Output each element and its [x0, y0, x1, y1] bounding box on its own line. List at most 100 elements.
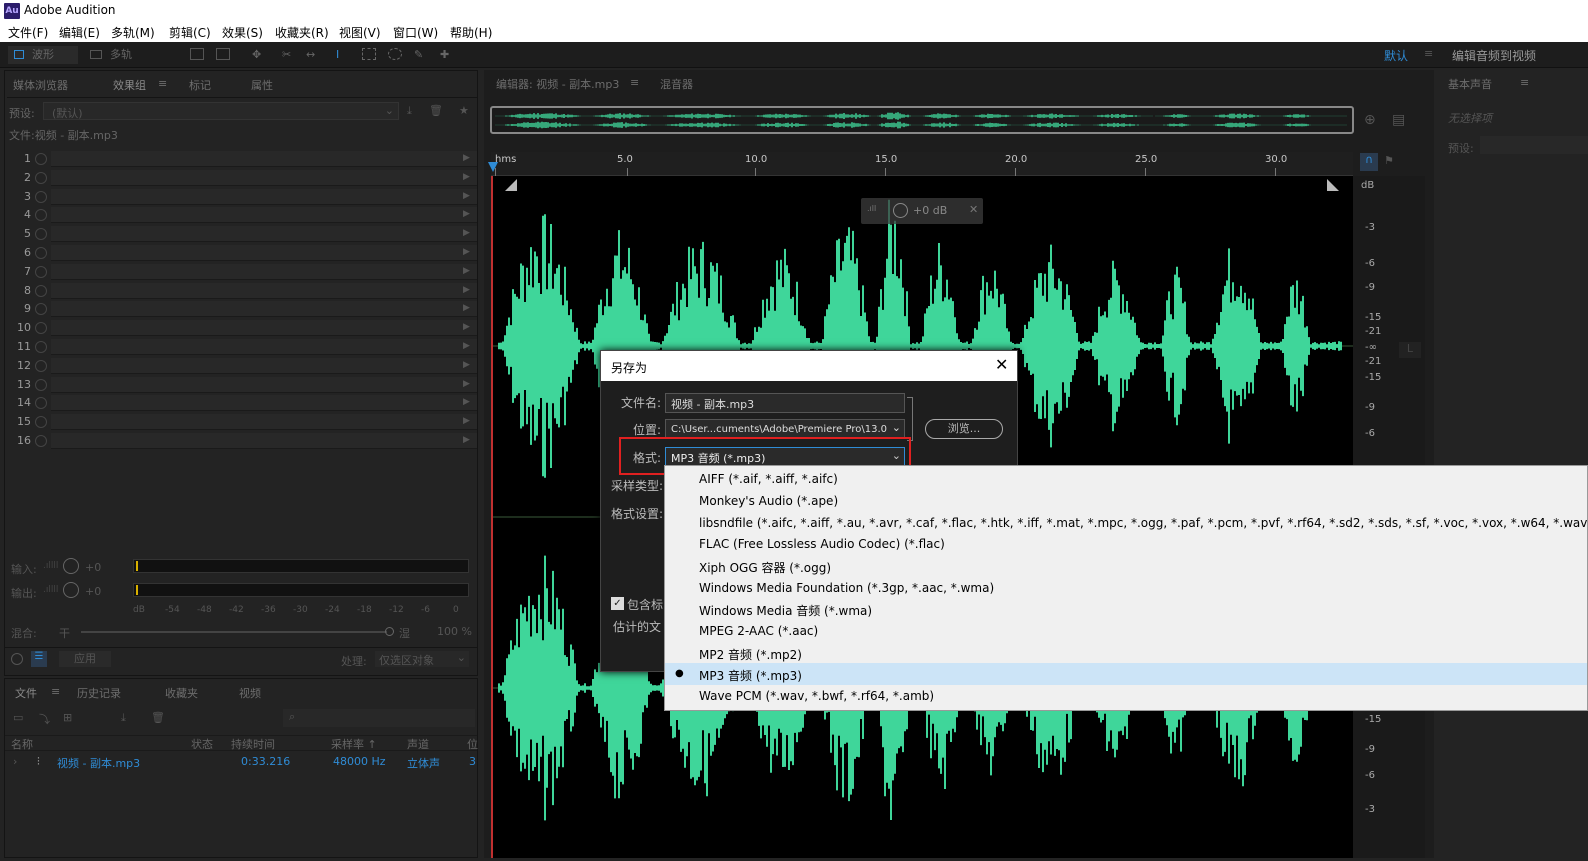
- multitrack-view-button[interactable]: 多轨: [88, 46, 144, 64]
- power-icon[interactable]: [35, 322, 47, 334]
- save-preset-icon[interactable]: ⤓: [407, 104, 412, 118]
- menu-file[interactable]: 文件(F): [8, 24, 48, 41]
- workspace-menu-icon[interactable]: ≡: [1424, 47, 1433, 60]
- filename-input[interactable]: 视频 - 副本.mp3: [665, 393, 905, 413]
- menu-effects[interactable]: 效果(S): [222, 24, 263, 41]
- rack-slot[interactable]: [51, 395, 477, 411]
- zoom-icon[interactable]: ⊕: [1364, 112, 1376, 128]
- rack-slot[interactable]: [51, 170, 477, 186]
- rack-slot[interactable]: [51, 377, 477, 393]
- menu-favorites[interactable]: 收藏夹(R): [275, 24, 329, 41]
- power-icon[interactable]: [35, 416, 47, 428]
- rack-slot[interactable]: [51, 414, 477, 430]
- snap-icon[interactable]: ∩: [1360, 153, 1378, 171]
- panel-menu-icon[interactable]: ≡: [51, 685, 60, 698]
- chevron-right-icon[interactable]: ▶: [463, 360, 470, 370]
- save-file-icon[interactable]: ⤓: [121, 711, 126, 725]
- power-icon[interactable]: [11, 653, 23, 665]
- chevron-right-icon[interactable]: ▶: [463, 435, 470, 445]
- chevron-right-icon[interactable]: ▶: [463, 191, 470, 201]
- table-row[interactable]: › ⫶ 视频 - 副本.mp3 0:33.216 48000 Hz 立体声 3: [5, 755, 477, 773]
- display-options-icon[interactable]: ▤: [1392, 112, 1405, 128]
- rack-slot[interactable]: [51, 226, 477, 242]
- file-search-input[interactable]: ⌕: [283, 709, 475, 727]
- power-icon[interactable]: [35, 266, 47, 278]
- power-icon[interactable]: [35, 435, 47, 447]
- list-view-icon[interactable]: ☰: [31, 651, 47, 667]
- preset-select[interactable]: [1480, 136, 1588, 154]
- rack-slot[interactable]: [51, 339, 477, 355]
- menu-multitrack[interactable]: 多轨(M): [111, 24, 155, 41]
- col-name[interactable]: 名称: [11, 736, 33, 752]
- apply-button[interactable]: 应用: [59, 651, 111, 667]
- mix-slider-handle[interactable]: [385, 627, 394, 636]
- menu-view[interactable]: 视图(V): [339, 24, 381, 41]
- menu-edit[interactable]: 编辑(E): [59, 24, 100, 41]
- power-icon[interactable]: [35, 285, 47, 297]
- rack-slot[interactable]: [51, 207, 477, 223]
- spectral-frequency-icon[interactable]: [190, 48, 204, 60]
- format-option[interactable]: MPEG 2-AAC (*.aac): [699, 624, 818, 638]
- power-icon[interactable]: [35, 153, 47, 165]
- power-icon[interactable]: [35, 172, 47, 184]
- power-icon[interactable]: [35, 397, 47, 409]
- rack-slot[interactable]: [51, 264, 477, 280]
- chevron-right-icon[interactable]: ▶: [463, 228, 470, 238]
- process-select[interactable]: 仅选区对象 ⌄: [375, 651, 469, 667]
- gain-knob[interactable]: [893, 203, 908, 218]
- chevron-right-icon[interactable]: ▶: [463, 379, 470, 389]
- rack-slot[interactable]: [51, 301, 477, 317]
- tab-markers[interactable]: 标记: [189, 77, 211, 93]
- menu-clip[interactable]: 剪辑(C): [169, 24, 211, 41]
- lasso-tool-icon[interactable]: [388, 48, 402, 60]
- power-icon[interactable]: [35, 228, 47, 240]
- slip-tool-icon[interactable]: ↔: [306, 48, 320, 61]
- col-status[interactable]: 状态: [191, 736, 213, 752]
- rack-slot[interactable]: [51, 245, 477, 261]
- col-rate[interactable]: 采样率 ↑: [331, 736, 377, 752]
- time-selection-tool-icon[interactable]: I: [336, 48, 348, 61]
- tab-properties[interactable]: 属性: [251, 77, 273, 93]
- chevron-right-icon[interactable]: ▶: [463, 285, 470, 295]
- chevron-right-icon[interactable]: ▶: [463, 172, 470, 182]
- chevron-right-icon[interactable]: ▶: [463, 416, 470, 426]
- hud-gain-control[interactable]: .ıll +0 dB ✕: [861, 198, 983, 224]
- panel-menu-icon[interactable]: ≡: [630, 76, 639, 89]
- delete-preset-icon[interactable]: 🗑: [429, 104, 443, 117]
- move-tool-icon[interactable]: ✥: [252, 48, 266, 61]
- favorite-star-icon[interactable]: ★: [459, 104, 469, 117]
- power-icon[interactable]: [35, 191, 47, 203]
- format-option-selected[interactable]: MP3 音频 (*.mp3): [699, 667, 802, 684]
- tab-files[interactable]: 文件: [15, 685, 37, 701]
- power-icon[interactable]: [35, 341, 47, 353]
- format-option[interactable]: Monkey's Audio (*.ape): [699, 494, 838, 508]
- rack-slot[interactable]: [51, 320, 477, 336]
- tab-essential-sound[interactable]: 基本声音: [1448, 76, 1492, 92]
- chevron-right-icon[interactable]: ▶: [463, 266, 470, 276]
- col-bits[interactable]: 位: [467, 736, 478, 752]
- power-icon[interactable]: [35, 209, 47, 221]
- tab-favorites[interactable]: 收藏夹: [165, 685, 198, 701]
- power-icon[interactable]: [35, 303, 47, 315]
- close-icon[interactable]: ✕: [995, 355, 1008, 374]
- input-gain-knob[interactable]: [63, 558, 79, 574]
- power-icon[interactable]: [35, 379, 47, 391]
- razor-tool-icon[interactable]: ✂: [282, 48, 296, 61]
- rack-slot[interactable]: [51, 151, 477, 167]
- col-channels[interactable]: 声道: [407, 736, 429, 752]
- new-file-icon[interactable]: ⊞: [63, 711, 72, 724]
- tab-history[interactable]: 历史记录: [77, 685, 121, 701]
- tab-editor[interactable]: 编辑器: 视频 - 副本.mp3: [496, 76, 619, 92]
- workspace-edit-audio-to-video[interactable]: 编辑音频到视频: [1452, 47, 1536, 64]
- menu-help[interactable]: 帮助(H): [450, 24, 492, 41]
- time-ruler[interactable]: hms 5.0 10.0 15.0 20.0 25.0 30.0: [491, 152, 1353, 176]
- menu-window[interactable]: 窗口(W): [393, 24, 438, 41]
- panel-menu-icon[interactable]: ≡: [158, 77, 167, 90]
- format-option[interactable]: Wave PCM (*.wav, *.bwf, *.rf64, *.amb): [699, 689, 934, 703]
- format-option[interactable]: Windows Media Foundation (*.3gp, *.aac, …: [699, 581, 994, 595]
- format-option[interactable]: Xiph OGG 容器 (*.ogg): [699, 559, 831, 576]
- chevron-right-icon[interactable]: ▶: [463, 247, 470, 257]
- marker-icon[interactable]: ⚑: [1384, 154, 1394, 167]
- waveform-view-button[interactable]: 波形: [8, 46, 78, 64]
- chevron-right-icon[interactable]: ▶: [463, 397, 470, 407]
